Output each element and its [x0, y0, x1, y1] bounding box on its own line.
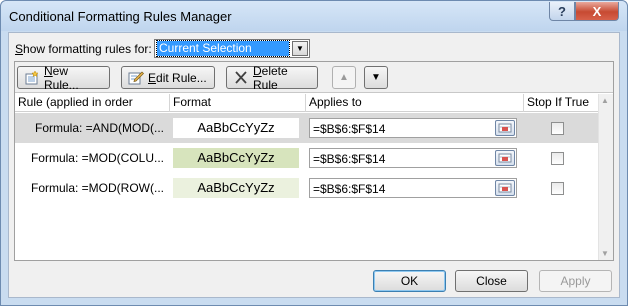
column-header-stop-if-true[interactable]: Stop If True — [524, 94, 598, 112]
stop-if-true-checkbox[interactable] — [551, 152, 564, 165]
dialog-title: Conditional Formatting Rules Manager — [9, 9, 232, 24]
move-up-button[interactable]: ▲ — [332, 66, 356, 89]
move-down-button[interactable]: ▼ — [364, 66, 388, 89]
scroll-down-icon[interactable]: ▼ — [601, 249, 609, 258]
new-rule-button[interactable]: New Rule... — [17, 63, 110, 92]
rules-toolbar: New Rule... Edit Rule... Delete Rule ▲ ▼ — [15, 62, 613, 93]
chevron-down-icon[interactable]: ▼ — [292, 41, 308, 56]
ok-button[interactable]: OK — [373, 270, 446, 292]
applies-to-value: =$B$6:$F$14 — [313, 122, 386, 136]
dialog-body: Show formatting rules for: Current Selec… — [8, 32, 620, 298]
delete-x-icon — [233, 70, 249, 85]
format-preview: AaBbCcYyZz — [173, 118, 299, 138]
column-header-format[interactable]: Format — [170, 94, 306, 112]
scope-label: Show formatting rules for: — [15, 42, 152, 56]
scroll-up-icon[interactable]: ▲ — [601, 96, 609, 105]
scope-dropdown-value: Current Selection — [156, 40, 290, 57]
rules-table-header: Rule (applied in order shown) Format App… — [15, 94, 598, 126]
new-rule-label: New Rule... — [44, 63, 79, 92]
arrow-up-icon: ▲ — [339, 72, 349, 83]
window-close-button[interactable]: X — [575, 2, 619, 21]
stop-if-true-checkbox[interactable] — [551, 182, 564, 195]
close-button[interactable]: Close — [455, 270, 528, 292]
applies-to-value: =$B$6:$F$14 — [313, 152, 386, 166]
edit-rule-label: Edit Rule... — [148, 70, 207, 85]
table-row[interactable]: Formula: =AND(MOD(... AaBbCcYyZz =$B$6:$… — [15, 113, 598, 143]
range-select-icon[interactable] — [495, 180, 515, 196]
delete-rule-label: Delete Rule — [253, 63, 288, 92]
applies-to-field[interactable]: =$B$6:$F$14 — [309, 148, 517, 168]
dialog-window: Conditional Formatting Rules Manager ? X… — [0, 0, 628, 306]
table-row[interactable]: Formula: =MOD(ROW(... AaBbCcYyZz =$B$6:$… — [15, 173, 598, 203]
stop-if-true-checkbox[interactable] — [551, 122, 564, 135]
range-select-icon[interactable] — [495, 150, 515, 166]
help-icon: ? — [558, 3, 566, 19]
apply-button[interactable]: Apply — [539, 270, 612, 292]
title-bar: Conditional Formatting Rules Manager ? X — [1, 1, 627, 31]
format-preview: AaBbCcYyZz — [173, 148, 299, 168]
vertical-scrollbar[interactable]: ▲ ▼ — [598, 94, 613, 260]
new-document-icon — [24, 69, 40, 85]
applies-to-value: =$B$6:$F$14 — [313, 182, 386, 196]
format-preview: AaBbCcYyZz — [173, 178, 299, 198]
edit-icon — [128, 71, 144, 85]
column-header-applies-to[interactable]: Applies to — [306, 94, 524, 112]
applies-to-field[interactable]: =$B$6:$F$14 — [309, 178, 517, 198]
close-icon: X — [592, 3, 602, 19]
help-button[interactable]: ? — [549, 2, 575, 21]
rule-description: Formula: =AND(MOD(... — [34, 121, 164, 135]
rules-panel: New Rule... Edit Rule... Delete Rule ▲ ▼… — [14, 61, 614, 261]
arrow-down-icon: ▼ — [371, 72, 381, 83]
range-select-icon[interactable] — [495, 120, 515, 136]
rule-description: Formula: =MOD(COLU... — [30, 151, 164, 165]
applies-to-field[interactable]: =$B$6:$F$14 — [309, 118, 517, 138]
scope-dropdown[interactable]: Current Selection ▼ — [154, 39, 310, 58]
column-header-rule[interactable]: Rule (applied in order shown) — [15, 94, 170, 126]
edit-rule-button[interactable]: Edit Rule... — [121, 66, 215, 89]
table-row[interactable]: Formula: =MOD(COLU... AaBbCcYyZz =$B$6:$… — [15, 143, 598, 173]
delete-rule-button[interactable]: Delete Rule — [226, 63, 318, 92]
rule-description: Formula: =MOD(ROW(... — [30, 181, 164, 195]
